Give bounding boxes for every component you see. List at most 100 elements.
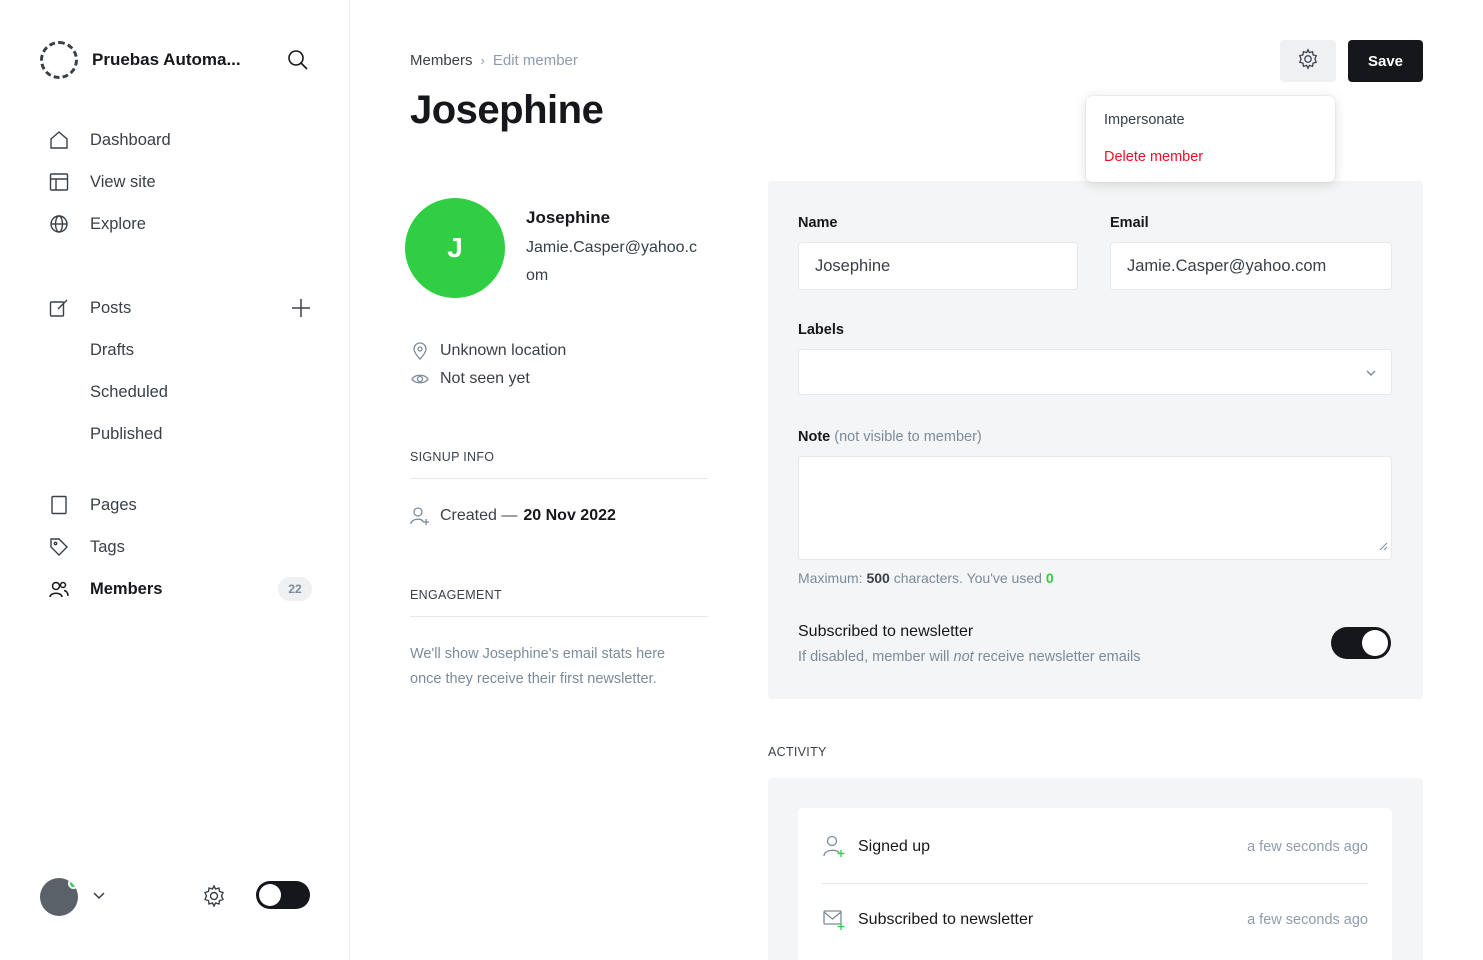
nav-tags-label: Tags (90, 537, 125, 556)
labels-label: Labels (798, 322, 844, 338)
primary-nav: Dashboard View site Explore (40, 119, 312, 245)
sidebar-footer (40, 876, 312, 916)
signup-info-heading: SIGNUP INFO (410, 450, 708, 479)
location-text: Unknown location (440, 342, 567, 359)
location-row: Unknown location (410, 341, 566, 361)
chevron-down-icon[interactable] (92, 888, 106, 907)
max-mid: characters. You've used (893, 570, 1042, 586)
edit-icon (48, 297, 70, 319)
user-signup-icon (822, 834, 848, 860)
breadcrumb-current: Edit member (492, 52, 578, 69)
list-item: Signed up a few seconds ago (822, 811, 1368, 883)
member-form: Name Josephine Email Jamie.Casper@yahoo.… (768, 181, 1423, 699)
page-icon (48, 494, 70, 516)
nav-explore[interactable]: Explore (40, 203, 312, 245)
online-indicator (68, 878, 78, 889)
nav-posts-label: Posts (90, 298, 132, 317)
resize-handle-icon[interactable] (1378, 538, 1388, 556)
name-input[interactable]: Josephine (798, 242, 1078, 290)
note-label-text: Note (798, 429, 831, 445)
globe-icon (48, 213, 70, 235)
engagement-heading: ENGAGEMENT (410, 588, 708, 617)
member-avatar: J (405, 198, 505, 298)
nav-members-label: Members (90, 579, 163, 598)
nav-drafts[interactable]: Drafts (40, 329, 312, 371)
nav-view-site[interactable]: View site (40, 161, 312, 203)
nav-explore-label: Explore (90, 214, 146, 233)
location-pin-icon (410, 341, 430, 361)
nav-tags[interactable]: Tags (40, 526, 312, 568)
email-label: Email (1110, 215, 1149, 231)
list-item: Subscribed to newsletter a few seconds a… (822, 884, 1368, 956)
content-nav: Posts Drafts Scheduled Published (40, 287, 312, 455)
activity-heading: ACTIVITY (768, 745, 827, 759)
nav-members[interactable]: Members 22 (40, 568, 312, 610)
member-name: Josephine (526, 208, 611, 227)
settings-gear-icon[interactable] (202, 884, 226, 913)
nav-pages[interactable]: Pages (40, 484, 312, 526)
note-label: Note (not visible to member) (798, 429, 982, 445)
nav-drafts-label: Drafts (90, 340, 135, 359)
newsletter-desc-pre: If disabled, member will (798, 649, 950, 665)
members-icon (48, 578, 70, 600)
breadcrumb-members-link[interactable]: Members (410, 52, 473, 69)
impersonate-menu-item[interactable]: Impersonate (1086, 101, 1335, 138)
nav-published[interactable]: Published (40, 413, 312, 455)
site-header[interactable]: Pruebas Automa... (40, 40, 310, 80)
member-email: Jamie.Casper@yahoo.com (526, 239, 697, 284)
engagement-text: We'll show Josephine's email stats here … (410, 646, 666, 687)
note-char-count: Maximum: 500 characters. You've used 0 (798, 570, 1054, 586)
chevron-down-icon (1365, 366, 1377, 384)
activity-time: a few seconds ago (1247, 912, 1368, 928)
dark-mode-toggle[interactable] (256, 881, 310, 909)
home-icon (48, 129, 70, 151)
activity-card: Signed up a few seconds ago Subscribed t… (768, 778, 1423, 960)
site-logo (40, 41, 78, 79)
name-label: Name (798, 215, 838, 231)
labels-select[interactable] (798, 349, 1392, 395)
activity-time: a few seconds ago (1247, 839, 1368, 855)
newsletter-description: If disabled, member will not receive new… (798, 649, 1141, 665)
nav-scheduled-label: Scheduled (90, 382, 168, 401)
user-add-icon (410, 506, 430, 526)
members-count-badge: 22 (278, 577, 312, 601)
add-post-icon[interactable] (290, 297, 312, 319)
sidebar: Pruebas Automa... Dashboard View site Ex… (0, 0, 350, 960)
newsletter-desc-post: receive newsletter emails (977, 649, 1141, 665)
activity-label: Signed up (858, 838, 931, 855)
member-actions-dropdown: Impersonate Delete member (1086, 96, 1335, 182)
newsletter-desc-em: not (953, 649, 974, 665)
member-actions-button[interactable] (1280, 40, 1336, 82)
nav-published-label: Published (90, 424, 163, 443)
delete-member-menu-item[interactable]: Delete member (1086, 138, 1335, 175)
used-value: 0 (1045, 570, 1054, 586)
gear-icon (1297, 47, 1319, 75)
activity-label: Subscribed to newsletter (858, 911, 1034, 928)
tag-icon (48, 536, 70, 558)
nav-dashboard[interactable]: Dashboard (40, 119, 312, 161)
layout-icon (48, 171, 70, 193)
newsletter-toggle[interactable] (1331, 627, 1391, 659)
nav-scheduled[interactable]: Scheduled (40, 371, 312, 413)
note-hint: (not visible to member) (834, 429, 982, 445)
eye-icon (410, 369, 430, 389)
nav-dashboard-label: Dashboard (90, 130, 171, 149)
max-value: 500 (866, 570, 890, 586)
nav-view-site-label: View site (90, 172, 156, 191)
site-nav: Pages Tags Members 22 (40, 484, 312, 610)
nav-posts[interactable]: Posts (40, 287, 312, 329)
save-button[interactable]: Save (1348, 40, 1423, 82)
page-title: Josephine (410, 88, 604, 132)
email-input[interactable]: Jamie.Casper@yahoo.com (1110, 242, 1392, 290)
created-label: Created — (440, 507, 518, 524)
breadcrumb-separator-icon: › (480, 53, 485, 68)
activity-list: Signed up a few seconds ago Subscribed t… (798, 808, 1392, 960)
max-prefix: Maximum: (798, 570, 863, 586)
newsletter-title: Subscribed to newsletter (798, 623, 974, 640)
breadcrumb: Members › Edit member (410, 52, 578, 69)
nav-pages-label: Pages (90, 495, 137, 514)
user-avatar[interactable] (40, 878, 78, 916)
note-textarea[interactable] (798, 456, 1392, 560)
search-icon[interactable] (286, 48, 310, 72)
email-subscribe-icon (822, 907, 848, 933)
